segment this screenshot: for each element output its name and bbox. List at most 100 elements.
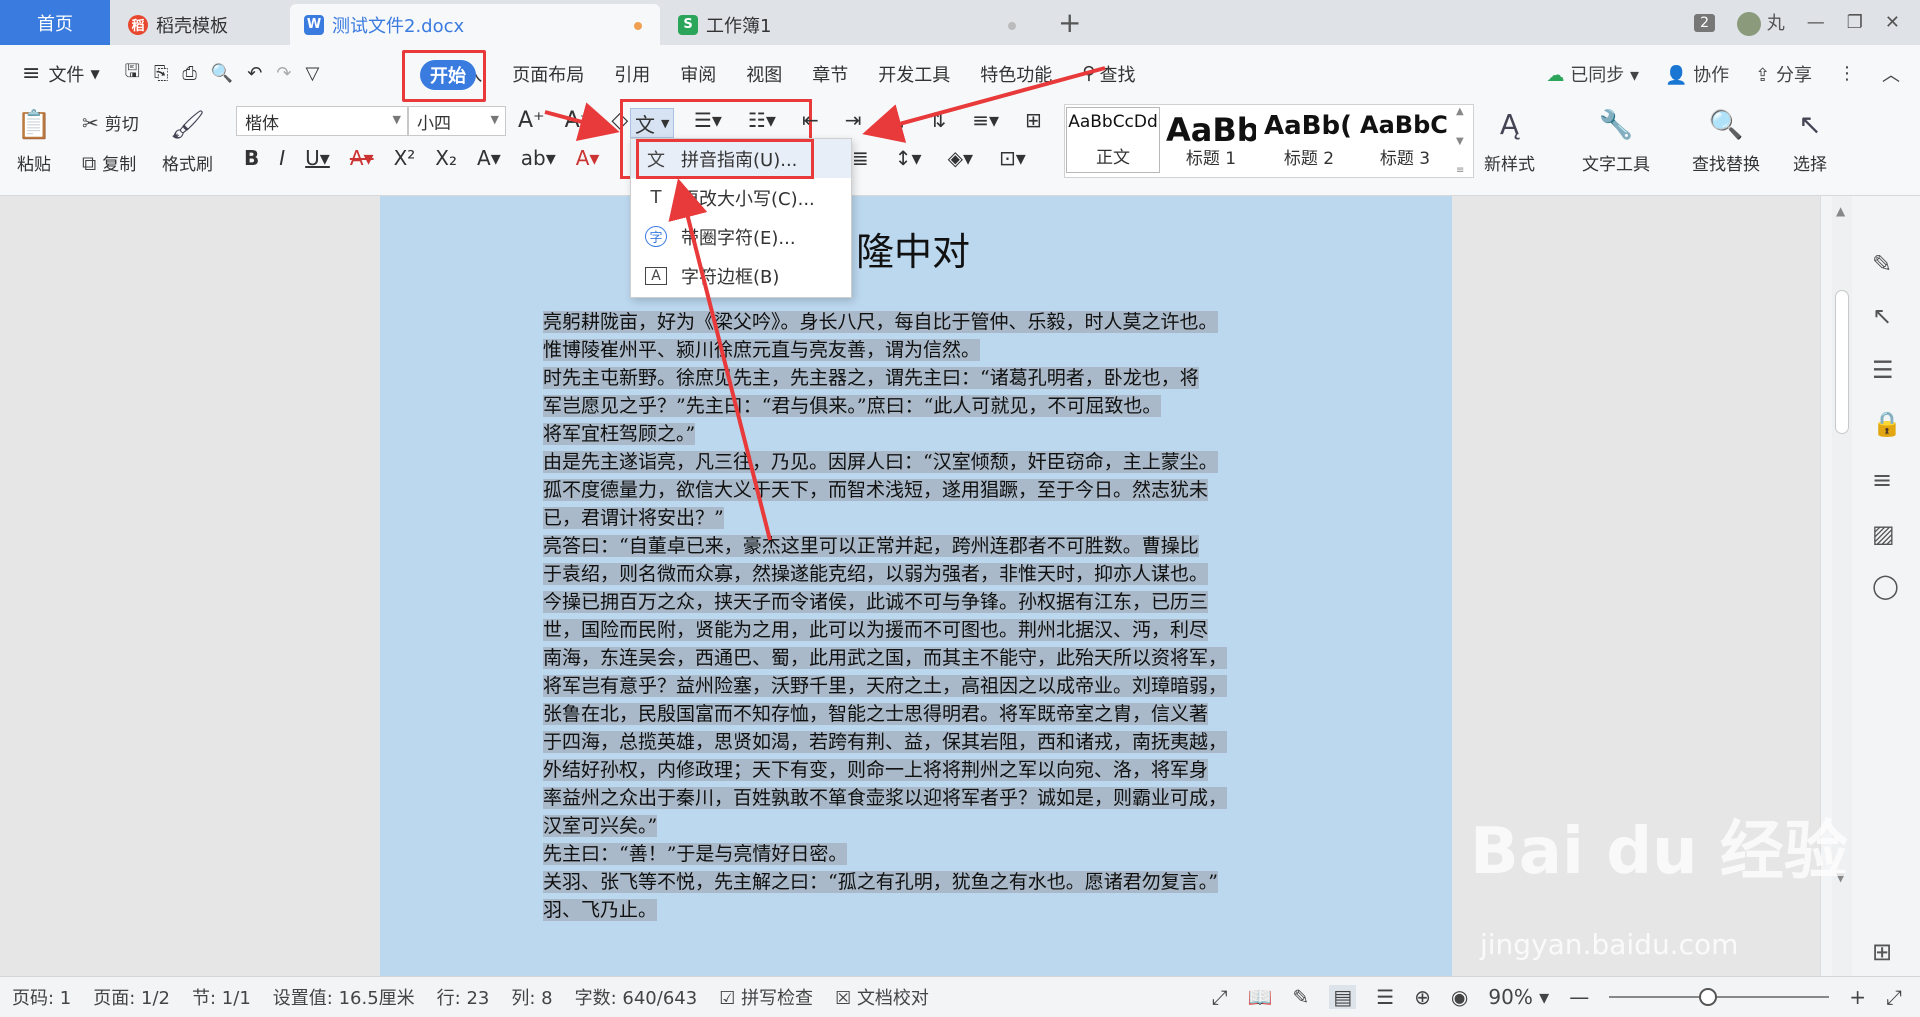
print-icon[interactable]: ⎙ bbox=[182, 63, 196, 84]
tab-document[interactable]: W 测试文件2.docx bbox=[290, 4, 660, 45]
save-icon[interactable]: 🖫 bbox=[125, 59, 140, 89]
menu-review[interactable]: 审阅 bbox=[665, 45, 731, 102]
collapse-ribbon-icon[interactable]: ︿ bbox=[1882, 61, 1900, 87]
file-menu[interactable]: ≡ 文件 ▼ bbox=[0, 45, 115, 102]
avatar[interactable]: 丸 bbox=[1737, 9, 1785, 36]
style-heading-2[interactable]: AaBb( 标题 2 bbox=[1262, 107, 1356, 173]
sliders-icon[interactable]: ☰ bbox=[1872, 356, 1894, 384]
status-word-count[interactable]: 字数: 640/643 bbox=[564, 984, 709, 1010]
underline-icon[interactable]: U▾ bbox=[305, 146, 330, 170]
zoom-out-icon[interactable]: — bbox=[1569, 985, 1589, 1009]
more-icon[interactable]: ⋮ bbox=[1838, 63, 1856, 84]
status-page[interactable]: 页面: 1/2 bbox=[82, 984, 181, 1010]
minimize-icon[interactable]: — bbox=[1807, 12, 1825, 33]
pointer-icon[interactable]: ↖ bbox=[1872, 302, 1892, 330]
menu-item-change-case[interactable]: T 更改大小写(C)... bbox=[631, 178, 851, 217]
apps-grid-icon[interactable]: ⊞ bbox=[1872, 938, 1892, 966]
sync-button[interactable]: ☁ 已同步 ▾ bbox=[1547, 61, 1640, 87]
spell-check-button[interactable]: ☑ 拼写检查 bbox=[708, 984, 824, 1010]
copy-button[interactable]: ⧉ 复制 bbox=[82, 150, 136, 176]
outline-icon[interactable]: ≡ bbox=[1872, 466, 1892, 494]
font-color-icon[interactable]: A▾ bbox=[576, 146, 600, 170]
strikethrough-icon[interactable]: A▾ bbox=[350, 146, 374, 170]
tab-workbook[interactable]: S 工作簿1 bbox=[664, 4, 1034, 45]
font-size-select[interactable]: 小四 ▼ bbox=[408, 106, 506, 136]
menu-developer[interactable]: 开发工具 bbox=[863, 45, 965, 102]
select-button[interactable]: ↖ 选择 bbox=[1792, 106, 1828, 176]
status-section[interactable]: 节: 1/1 bbox=[181, 984, 262, 1010]
decrease-indent-icon[interactable]: ⇤ bbox=[802, 108, 819, 132]
border-icon[interactable]: ⊡▾ bbox=[999, 146, 1026, 170]
lock-icon[interactable]: 🔒 bbox=[1872, 410, 1902, 438]
share-button[interactable]: ⇪ 分享 bbox=[1755, 61, 1812, 87]
grow-font-icon[interactable]: A⁺ bbox=[518, 108, 545, 133]
text-tools-button[interactable]: 🔧 文字工具 bbox=[1582, 106, 1650, 176]
image-icon[interactable]: ▨ bbox=[1872, 520, 1895, 548]
scroll-up-icon[interactable]: ▲ bbox=[1836, 204, 1845, 218]
menu-features[interactable]: 特色功能 bbox=[965, 45, 1067, 102]
zoom-slider[interactable] bbox=[1609, 987, 1830, 1006]
document-body[interactable]: 亮躬耕陇亩，好为《梁父吟》。身长八尺，每自比于管仲、乐毅，时人莫之许也。 惟博陵崔… bbox=[543, 308, 1293, 924]
table-icon[interactable]: ⊞ bbox=[1025, 108, 1042, 132]
close-icon[interactable]: ✕ bbox=[1885, 12, 1900, 33]
window-count-badge[interactable]: 2 bbox=[1694, 13, 1716, 32]
font-family-select[interactable]: 楷体 ▼ bbox=[236, 106, 408, 136]
tab-home[interactable]: 首页 bbox=[0, 0, 110, 45]
zoom-select[interactable]: 90% ▾ bbox=[1488, 985, 1549, 1009]
zoom-slider-knob[interactable] bbox=[1699, 987, 1718, 1006]
page-view-icon[interactable]: ▤ bbox=[1329, 984, 1357, 1009]
paste-button[interactable]: 📋 粘贴 bbox=[16, 106, 52, 176]
read-mode-icon[interactable]: 📖 bbox=[1248, 985, 1273, 1009]
format-painter-button[interactable]: 🖌 格式刷 bbox=[162, 106, 213, 176]
quick-access-more-icon[interactable]: ▽ bbox=[305, 63, 319, 84]
cut-button[interactable]: ✂ 剪切 bbox=[82, 110, 139, 136]
expand-icon[interactable]: ⤢ bbox=[1886, 985, 1902, 1009]
shading-icon[interactable]: ◈▾ bbox=[948, 146, 973, 170]
superscript-icon[interactable]: X² bbox=[394, 146, 416, 170]
comment-icon[interactable]: ◯ bbox=[1872, 572, 1899, 600]
menu-item-enclosed-char[interactable]: 字带圈字符(E)... bbox=[631, 217, 851, 256]
export-icon[interactable]: ⎘ bbox=[154, 63, 168, 84]
pen-icon[interactable]: ✎ bbox=[1872, 250, 1892, 278]
increase-indent-icon[interactable]: ⇥ bbox=[845, 108, 862, 132]
style-heading-3[interactable]: AaBbC( 标题 3 bbox=[1358, 107, 1452, 173]
numbered-list-icon[interactable]: ☷▾ bbox=[748, 108, 776, 132]
outline-view-icon[interactable]: ☰ bbox=[1376, 985, 1394, 1009]
text-direction-icon[interactable]: ⤡ bbox=[887, 108, 903, 132]
italic-icon[interactable]: I bbox=[279, 146, 285, 170]
align-justify-icon[interactable]: ≣ bbox=[852, 146, 869, 170]
doc-proof-button[interactable]: ☒ 文档校对 bbox=[824, 984, 940, 1010]
text-effect-icon[interactable]: A▾ bbox=[477, 146, 501, 170]
menu-reference[interactable]: 引用 bbox=[599, 45, 665, 102]
menu-start[interactable]: 开始 bbox=[420, 60, 476, 90]
new-tab-button[interactable]: + bbox=[1058, 6, 1081, 39]
style-gallery-scroll[interactable]: ▲ ▼ ≡ bbox=[1456, 106, 1474, 176]
search-menu[interactable]: ⚲ 查找 bbox=[1067, 45, 1150, 102]
document-page[interactable]: 隆中对 亮躬耕陇亩，好为《梁父吟》。身长八尺，每自比于管仲、乐毅，时人莫之许也。… bbox=[380, 196, 1452, 976]
restore-icon[interactable]: ❐ bbox=[1847, 12, 1863, 33]
scrollbar-thumb[interactable] bbox=[1835, 290, 1849, 434]
print-preview-icon[interactable]: 🔍 bbox=[211, 63, 233, 84]
menu-chapter[interactable]: 章节 bbox=[797, 45, 863, 102]
shrink-font-icon[interactable]: A⁻ bbox=[565, 108, 592, 133]
eye-protect-icon[interactable]: ◉ bbox=[1451, 985, 1468, 1009]
menu-item-char-border[interactable]: A 字符边框(B) bbox=[631, 256, 851, 295]
menu-view[interactable]: 视图 bbox=[731, 45, 797, 102]
redo-icon[interactable]: ↷ bbox=[276, 63, 291, 84]
zoom-in-icon[interactable]: + bbox=[1849, 985, 1866, 1009]
write-mode-icon[interactable]: ✎ bbox=[1293, 985, 1310, 1009]
highlight-color-icon[interactable]: ab▾ bbox=[521, 146, 556, 170]
collab-button[interactable]: 👤 协作 bbox=[1665, 61, 1729, 87]
undo-icon[interactable]: ↶ bbox=[247, 63, 262, 84]
line-spacing-icon[interactable]: ↕▾ bbox=[895, 146, 922, 170]
status-page-number[interactable]: 页码: 1 bbox=[0, 984, 82, 1010]
subscript-icon[interactable]: X₂ bbox=[435, 146, 457, 170]
line-spacing-icon[interactable]: ≡▾ bbox=[972, 108, 999, 132]
status-setting[interactable]: 设置值: 16.5厘米 bbox=[262, 984, 426, 1010]
sort-icon[interactable]: ⇅ bbox=[929, 108, 946, 132]
bullet-list-icon[interactable]: ☰▾ bbox=[694, 108, 722, 132]
find-replace-button[interactable]: 🔍 查找替换 bbox=[1692, 106, 1760, 176]
bold-icon[interactable]: B bbox=[244, 146, 259, 170]
style-heading-1[interactable]: AaBb 标题 1 bbox=[1164, 107, 1258, 173]
style-normal[interactable]: AaBbCcDd 正文 bbox=[1066, 107, 1160, 173]
